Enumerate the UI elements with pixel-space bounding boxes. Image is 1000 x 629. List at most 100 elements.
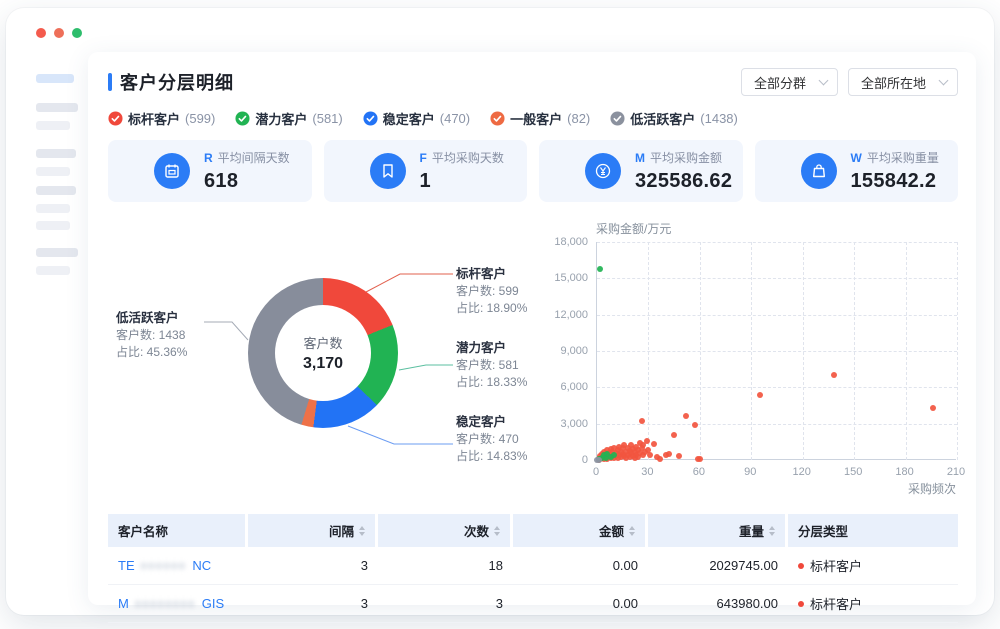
scatter-point-标杆客户 — [757, 392, 763, 398]
sidebar-skeleton-bar — [36, 103, 78, 112]
column-header-客户名称: 客户名称 — [108, 514, 248, 547]
x-tick-label: 210 — [941, 466, 971, 478]
window-controls — [36, 28, 82, 38]
legend-name: 稳定客户 — [383, 109, 435, 128]
maximize-window-icon[interactable] — [72, 28, 82, 38]
column-header-间隔[interactable]: 间隔 — [248, 514, 378, 547]
callout-benchmark: 标杆客户 客户数: 599 占比: 18.90% — [456, 266, 527, 317]
minimize-window-icon[interactable] — [54, 28, 64, 38]
legend-item-标杆客户[interactable]: 标杆客户 (599) — [108, 109, 215, 128]
scatter-point-潜力客户 — [597, 266, 603, 272]
page-title: 客户分层明细 — [120, 69, 234, 95]
column-label: 客户名称 — [118, 521, 168, 540]
column-label: 重量 — [739, 521, 764, 540]
stat-value: 155842.2 — [851, 170, 939, 193]
column-label: 间隔 — [329, 521, 354, 540]
table-row[interactable]: TEooooooNC3180.002029745.00标杆客户 — [108, 547, 958, 585]
legend-count: (82) — [567, 111, 590, 126]
gridline — [957, 242, 958, 460]
table-header: 客户名称 间隔 次数 金额 重量 分层类型 — [108, 514, 958, 547]
column-label: 金额 — [599, 521, 624, 540]
scatter-point-标杆客户 — [639, 418, 645, 424]
segment-legend: 标杆客户 (599) 潜力客户 (581) 稳定客户 (470) 一般客户(82) 低活跃客户… — [108, 109, 958, 128]
page-title-wrap: 客户分层明细 — [108, 69, 234, 95]
sort-icon[interactable] — [629, 526, 635, 536]
callout-stable: 稳定客户 客户数: 470 占比: 14.83% — [456, 414, 527, 465]
segment-dot-icon — [798, 601, 804, 607]
sort-icon[interactable] — [769, 526, 775, 536]
sort-icon[interactable] — [359, 526, 365, 536]
customer-name-link[interactable]: TEooooooNC — [108, 547, 248, 584]
filter-location-select[interactable]: 全部所在地 — [848, 68, 958, 96]
legend-item-稳定客户[interactable]: 稳定客户 (470) — [363, 109, 470, 128]
sidebar-skeleton-bar — [36, 149, 76, 158]
stat-value: 325586.62 — [635, 170, 732, 193]
x-tick-label: 180 — [890, 466, 920, 478]
redacted-text: oooooooo — [135, 598, 196, 610]
y-tick-label: 12,000 — [548, 309, 588, 321]
donut-center: 客户数 3,170 — [275, 305, 371, 401]
chevron-down-icon — [939, 75, 949, 85]
bookmark-icon — [370, 153, 406, 189]
legend-count: (581) — [312, 111, 342, 126]
column-header-金额[interactable]: 金额 — [513, 514, 648, 547]
chevron-down-icon — [819, 75, 829, 85]
gridline — [597, 315, 957, 316]
calendar-icon — [154, 153, 190, 189]
filter-group-value: 全部分群 — [754, 73, 806, 92]
x-tick-label: 60 — [684, 466, 714, 478]
x-tick-label: 120 — [787, 466, 817, 478]
sidebar-skeleton-bar — [36, 186, 76, 195]
donut-center-value: 3,170 — [303, 355, 343, 373]
stat-letter: M — [635, 151, 645, 165]
stat-label: 平均采购金额 — [650, 151, 722, 165]
interval-cell: 3 — [248, 547, 378, 584]
gridline — [597, 351, 957, 352]
legend-name: 潜力客户 — [255, 109, 307, 128]
legend-count: (470) — [440, 111, 470, 126]
times-cell: 3 — [378, 585, 513, 622]
sidebar-skeleton-bar — [36, 121, 70, 130]
legend-item-一般客户[interactable]: 一般客户(82) — [490, 109, 590, 128]
weight-cell: 643980.00 — [648, 585, 788, 622]
legend-count: (1438) — [700, 111, 738, 126]
legend-count: (599) — [185, 111, 215, 126]
column-header-重量[interactable]: 重量 — [648, 514, 788, 547]
amount-cell: 0.00 — [513, 547, 648, 584]
filter-group-select[interactable]: 全部分群 — [741, 68, 838, 96]
filter-location-value: 全部所在地 — [861, 73, 926, 92]
scatter-point-标杆客户 — [697, 456, 703, 462]
donut-chart: 客户数 3,170 标杆客户 客户数: 599 占比: 18.90% 潜力客户 … — [108, 218, 540, 500]
close-window-icon[interactable] — [36, 28, 46, 38]
app-window: 客户分层明细 全部分群 全部所在地 标杆客户 (599) 潜力客户 (581) 稳定客户… — [6, 8, 994, 615]
bag-icon — [801, 153, 837, 189]
scatter-point-标杆客户 — [683, 413, 689, 419]
scatter-x-axis-title: 采购频次 — [908, 480, 956, 497]
amount-cell: 0.00 — [513, 585, 648, 622]
customer-table: 客户名称 间隔 次数 金额 重量 分层类型 TEooooooNC3180.00202974… — [108, 514, 958, 623]
stat-label: 平均间隔天数 — [218, 151, 290, 165]
donut-ring[interactable]: 客户数 3,170 — [248, 278, 398, 428]
y-tick-label: 3,000 — [548, 418, 588, 430]
column-label: 次数 — [464, 521, 489, 540]
x-tick-label: 0 — [581, 466, 611, 478]
stat-label: 平均采购天数 — [432, 151, 504, 165]
gridline — [597, 424, 957, 425]
scatter-point-低活跃客户 — [596, 457, 602, 463]
check-circle-icon — [610, 111, 625, 126]
column-header-次数[interactable]: 次数 — [378, 514, 513, 547]
table-row[interactable]: MooooooooGIS330.00643980.00标杆客户 — [108, 585, 958, 623]
legend-item-低活跃客户[interactable]: 低活跃客户 (1438) — [610, 109, 738, 128]
scatter-point-标杆客户 — [692, 422, 698, 428]
check-circle-icon — [363, 111, 378, 126]
column-label: 分层类型 — [798, 521, 848, 540]
customer-name-link[interactable]: MooooooooGIS — [108, 585, 248, 622]
callout-potential: 潜力客户 客户数: 581 占比: 18.33% — [456, 340, 527, 391]
legend-item-潜力客户[interactable]: 潜力客户 (581) — [235, 109, 342, 128]
legend-name: 标杆客户 — [128, 109, 180, 128]
sidebar-skeleton-bar — [36, 221, 70, 230]
table-body: TEooooooNC3180.002029745.00标杆客户Moooooooo… — [108, 547, 958, 623]
sort-icon[interactable] — [494, 526, 500, 536]
x-tick-label: 150 — [838, 466, 868, 478]
legend-name: 低活跃客户 — [630, 109, 695, 128]
